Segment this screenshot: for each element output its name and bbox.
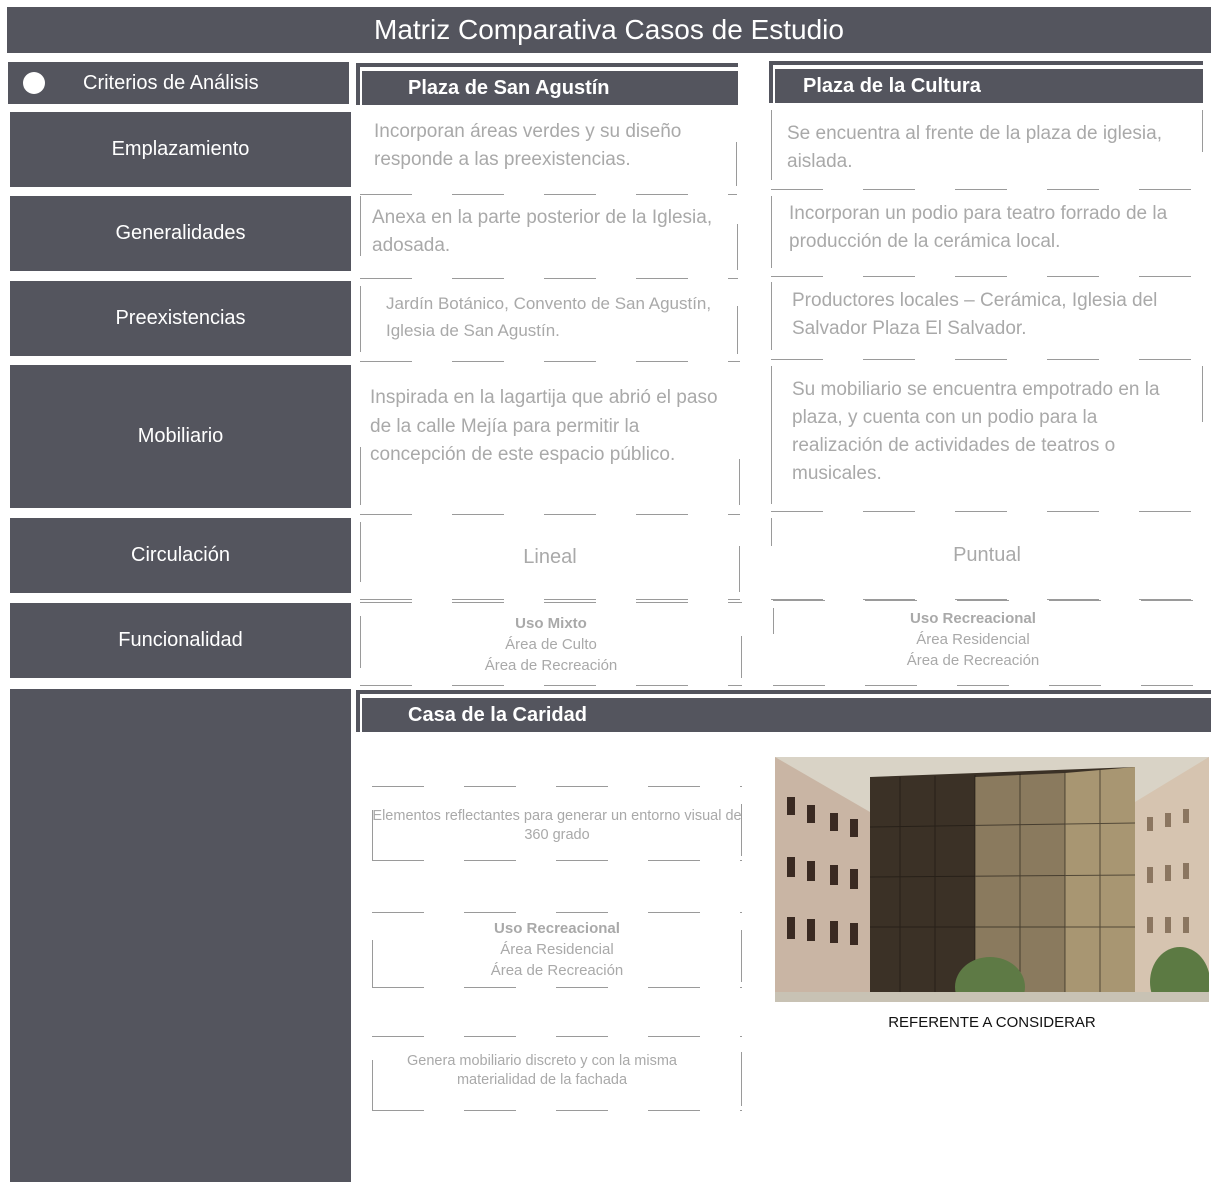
cell-cultura-funcionalidad: Uso Recreacional Área Residencial Área d… bbox=[773, 600, 1203, 686]
caridad-item-reflectantes: Elementos reflectantes para generar un e… bbox=[372, 786, 742, 861]
bullet-icon bbox=[23, 72, 45, 94]
cell-cultura-emplazamiento: Se encuentra al frente de la plaza de ig… bbox=[771, 110, 1203, 190]
cell-cultura-circulacion: Puntual bbox=[771, 518, 1203, 600]
page-title: Matriz Comparativa Casos de Estudio bbox=[7, 7, 1211, 53]
cell-san-agustin-emplazamiento: Incorporan áreas verdes y su diseño resp… bbox=[360, 112, 737, 195]
criteria-header-label: Criterios de Análisis bbox=[83, 71, 259, 94]
cell-cultura-generalidades: Incorporan un podio para teatro forrado … bbox=[771, 196, 1203, 277]
cell-san-agustin-circulacion: Lineal bbox=[360, 514, 740, 600]
column-header-cultura: Plaza de la Cultura bbox=[775, 69, 1203, 103]
caridad-item-mobiliario: Genera mobiliario discreto y con la mism… bbox=[372, 1036, 742, 1111]
column-header-san-agustin: Plaza de San Agustín bbox=[362, 71, 738, 105]
row-label-emplazamiento: Emplazamiento bbox=[10, 112, 351, 187]
side-panel bbox=[10, 689, 351, 1182]
cell-cultura-preexistencias: Productores locales – Cerámica, Iglesia … bbox=[771, 282, 1203, 360]
criteria-header: Criterios de Análisis bbox=[8, 62, 349, 104]
reference-caption: REFERENTE A CONSIDERAR bbox=[888, 1014, 1096, 1031]
reference-photo bbox=[775, 757, 1209, 1002]
caridad-item-uso: Uso Recreacional Área Residencial Área d… bbox=[372, 912, 742, 988]
cell-san-agustin-mobiliario: Inspirada en la lagartija que abrió el p… bbox=[360, 361, 740, 515]
row-label-generalidades: Generalidades bbox=[10, 196, 351, 271]
cell-san-agustin-funcionalidad: Uso Mixto Área de Culto Área de Recreaci… bbox=[360, 602, 742, 686]
row-label-preexistencias: Preexistencias bbox=[10, 281, 351, 356]
row-label-circulacion: Circulación bbox=[10, 518, 351, 593]
cell-san-agustin-generalidades: Anexa en la parte posterior de la Iglesi… bbox=[372, 207, 713, 256]
caridad-header: Casa de la Caridad bbox=[362, 698, 1211, 732]
row-label-mobiliario: Mobiliario bbox=[10, 365, 351, 508]
row-label-funcionalidad: Funcionalidad bbox=[10, 603, 351, 678]
cell-cultura-mobiliario: Su mobiliario se encuentra empotrado en … bbox=[771, 366, 1203, 512]
cell-san-agustin-preexistencias: Jardín Botánico, Convento de San Agustín… bbox=[360, 286, 738, 362]
